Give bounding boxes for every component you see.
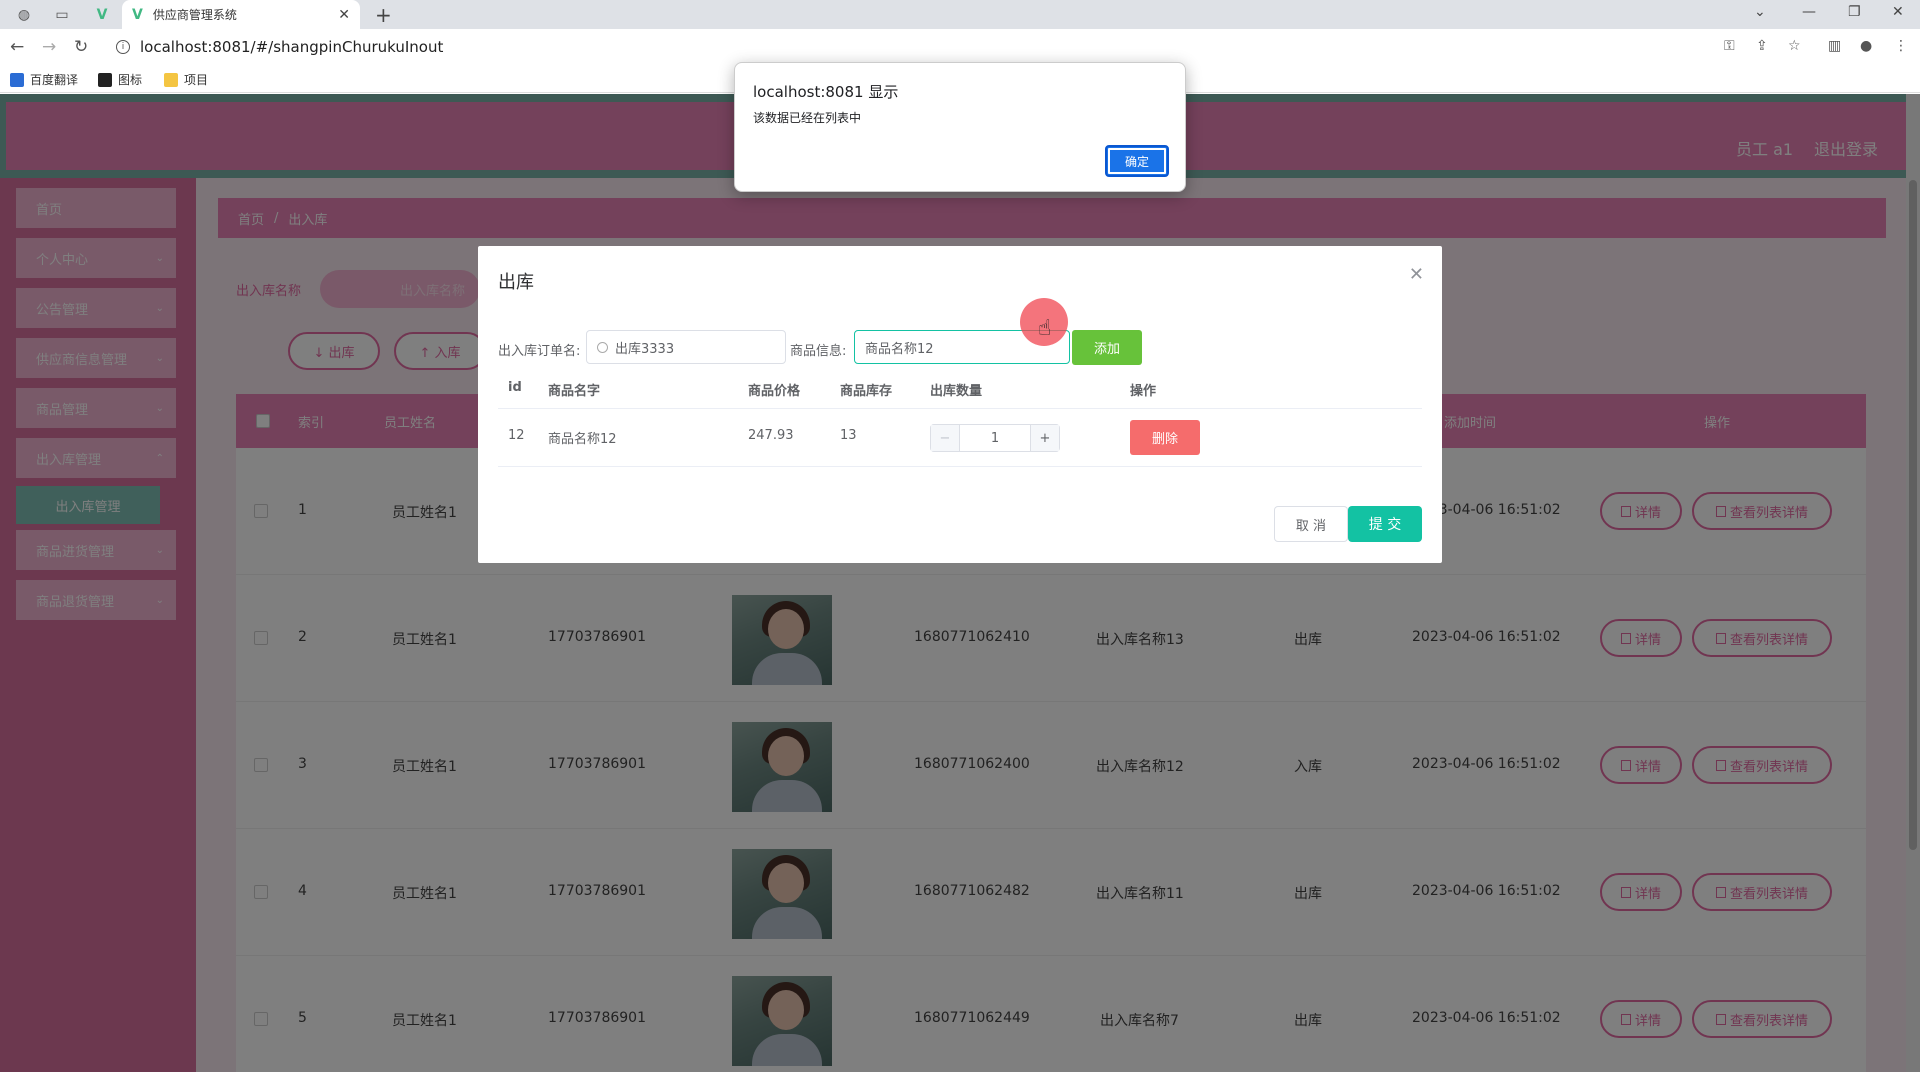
address-bar: ← → ↻ i localhost:8081/#/shangpinChuruku… <box>0 29 1920 65</box>
url-text: localhost:8081/#/shangpinChurukuInout <box>140 38 444 56</box>
cell-id: 12 <box>508 428 525 443</box>
folder-icon <box>164 72 178 87</box>
reload-icon[interactable]: ↻ <box>74 37 88 57</box>
goods-info-label: 商品信息: <box>790 344 847 359</box>
col-goods-name: 商品名字 <box>548 384 601 399</box>
browser-tab-active[interactable]: V 供应商管理系统 ✕ <box>122 0 360 29</box>
out-stock-dialog: 出库 ✕ 出入库订单名: 出库3333 商品信息: 商品名称12 添加 id 商… <box>478 246 1442 563</box>
window-close-icon[interactable]: ✕ <box>1892 4 1904 20</box>
bookmark-label: 项目 <box>184 73 209 87</box>
back-icon[interactable]: ← <box>10 37 24 57</box>
forward-icon[interactable]: → <box>42 37 56 57</box>
profile-icon[interactable]: ● <box>1860 38 1872 54</box>
menu-icon[interactable]: ⋮ <box>1894 38 1908 54</box>
cell-goods-price: 247.93 <box>748 428 794 443</box>
bookmark-label: 百度翻译 <box>30 73 79 87</box>
add-goods-button[interactable]: 添加 <box>1072 330 1142 365</box>
col-operation: 操作 <box>1130 384 1157 399</box>
col-id: id <box>508 380 522 395</box>
new-tab-icon[interactable]: + <box>375 3 392 27</box>
col-out-qty: 出库数量 <box>930 384 983 399</box>
translate-icon <box>10 72 24 87</box>
modal-overlay[interactable] <box>0 94 1920 1072</box>
tab-search-icon[interactable]: ⌄ <box>1754 4 1766 20</box>
globe-icon[interactable]: ◍ <box>14 5 34 25</box>
icons-icon <box>98 72 112 87</box>
bookmark-projects[interactable]: 项目 <box>164 71 208 88</box>
star-icon[interactable]: ☆ <box>1788 38 1801 54</box>
share-icon[interactable]: ⇪ <box>1756 38 1768 54</box>
cancel-button[interactable]: 取 消 <box>1274 506 1348 542</box>
alert-title: localhost:8081 显示 <box>753 83 899 101</box>
table-divider <box>498 466 1422 467</box>
browser-alert: localhost:8081 显示 该数据已经在列表中 确定 <box>734 62 1186 192</box>
submit-button[interactable]: 提 交 <box>1348 506 1422 542</box>
increment-button[interactable]: + <box>1031 425 1059 451</box>
bookmark-translate[interactable]: 百度翻译 <box>10 71 78 88</box>
browser-tabbar: ◍ ▭ V V 供应商管理系统 ✕ + ⌄ — ❐ ✕ <box>0 0 1920 29</box>
blank-tab-icon[interactable]: ▭ <box>52 5 72 25</box>
decrement-button[interactable]: − <box>931 425 959 451</box>
table-divider <box>498 408 1422 409</box>
vue-logo-icon: V <box>132 6 143 23</box>
bookmark-icons[interactable]: 图标 <box>98 71 142 88</box>
order-name-label: 出入库订单名: <box>498 344 581 359</box>
restore-icon[interactable]: ❐ <box>1848 4 1861 20</box>
dialog-title: 出库 <box>498 272 534 293</box>
order-name-value: 出库3333 <box>615 341 675 357</box>
tab-title: 供应商管理系统 <box>152 8 237 22</box>
tab-close-icon[interactable]: ✕ <box>338 7 350 23</box>
url-field[interactable]: i localhost:8081/#/shangpinChurukuInout <box>110 34 1810 60</box>
cell-goods-name: 商品名称12 <box>548 432 617 447</box>
vue-tab-icon[interactable]: V <box>92 5 112 25</box>
cell-goods-stock: 13 <box>840 428 857 443</box>
alert-message: 该数据已经在列表中 <box>753 111 862 125</box>
minimize-icon[interactable]: — <box>1802 4 1816 20</box>
col-goods-stock: 商品库存 <box>840 384 893 399</box>
goods-info-value: 商品名称12 <box>865 341 934 357</box>
sidepanel-icon[interactable]: ▥ <box>1828 38 1841 54</box>
delete-row-button[interactable]: 删除 <box>1130 420 1200 455</box>
alert-ok-button[interactable]: 确定 <box>1105 145 1169 177</box>
search-icon <box>597 341 608 353</box>
order-name-input[interactable]: 出库3333 <box>586 330 786 364</box>
site-info-icon[interactable]: i <box>116 40 130 54</box>
quantity-stepper: − 1 + <box>930 424 1060 452</box>
dialog-close-icon[interactable]: ✕ <box>1409 264 1424 285</box>
key-icon[interactable]: ⚿ <box>1724 38 1735 54</box>
hand-cursor-icon: ☝ <box>1038 316 1052 341</box>
bookmark-label: 图标 <box>118 73 143 87</box>
quantity-input[interactable]: 1 <box>959 425 1031 451</box>
col-goods-price: 商品价格 <box>748 384 801 399</box>
